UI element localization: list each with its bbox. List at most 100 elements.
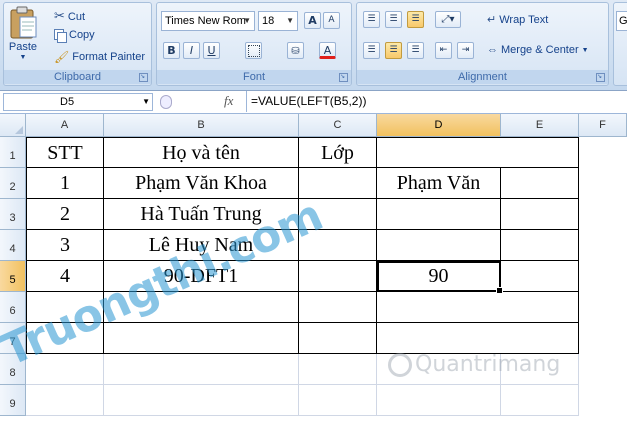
cell-d6[interactable] — [377, 292, 579, 323]
clipboard-launcher-icon[interactable]: ↘ — [139, 73, 148, 82]
align-left-button[interactable]: ☰ — [363, 42, 380, 59]
insert-function-button[interactable]: fx — [224, 93, 233, 109]
cell-d4[interactable] — [377, 230, 501, 261]
font-color-button[interactable]: A — [319, 42, 336, 59]
row-header-6[interactable]: 6 — [0, 292, 26, 323]
cell-c6[interactable] — [299, 292, 377, 323]
cell-e9[interactable] — [501, 385, 579, 416]
cell-b6[interactable] — [104, 292, 299, 323]
cell-a8[interactable] — [26, 354, 104, 385]
cell-c1[interactable]: Lớp — [299, 137, 377, 168]
align-right-button[interactable]: ☰ — [407, 42, 424, 59]
orientation-button[interactable]: ⤢▾ — [435, 11, 461, 28]
chevron-down-icon[interactable]: ▼ — [243, 12, 251, 30]
cell-e2[interactable] — [501, 168, 579, 199]
cell-d8[interactable] — [377, 354, 501, 385]
row-header-1[interactable]: 1 — [0, 137, 26, 168]
align-center-button[interactable]: ☰ — [385, 42, 402, 59]
cell-d5-active[interactable]: 90 — [377, 261, 503, 294]
cell-e4[interactable] — [501, 230, 579, 261]
shrink-font-button[interactable]: A — [323, 12, 340, 29]
fill-color-button[interactable]: ⛁ — [287, 42, 304, 59]
clipboard-group-label: Clipboard — [4, 70, 151, 84]
name-box[interactable]: D5 ▼ — [3, 93, 153, 111]
cell-b1[interactable]: Họ và tên — [104, 137, 299, 168]
fill-handle[interactable] — [496, 287, 503, 294]
cell-a3[interactable]: 2 — [26, 199, 104, 230]
cell-c9[interactable] — [299, 385, 377, 416]
select-all-corner[interactable] — [0, 114, 26, 137]
cell-d9[interactable] — [377, 385, 501, 416]
cell-c3[interactable] — [299, 199, 377, 230]
increase-indent-button[interactable]: ⇥ — [457, 42, 474, 59]
font-launcher-icon[interactable]: ↘ — [339, 73, 348, 82]
cell-e8[interactable] — [501, 354, 579, 385]
font-size-combo[interactable]: 18 ▼ — [258, 11, 298, 31]
cell-d7[interactable] — [377, 323, 579, 354]
cell-c2[interactable] — [299, 168, 377, 199]
column-header-d[interactable]: D — [377, 114, 501, 137]
borders-button[interactable] — [245, 42, 262, 59]
italic-button[interactable]: I — [183, 42, 200, 59]
font-group: Times New Rom ▼ 18 ▼ A A B I U ⛁ A Font … — [156, 2, 352, 86]
cell-b8[interactable] — [104, 354, 299, 385]
cell-a9[interactable] — [26, 385, 104, 416]
cell-b4[interactable]: Lê Huy Nam — [104, 230, 299, 261]
cell-d2[interactable]: Phạm Văn — [377, 168, 501, 199]
paste-dropdown-icon[interactable]: ▼ — [20, 54, 27, 61]
column-header-b[interactable]: B — [104, 114, 299, 137]
cell-e3[interactable] — [501, 199, 579, 230]
row-header-3[interactable]: 3 — [0, 199, 26, 230]
bold-button[interactable]: B — [163, 42, 180, 59]
paste-button[interactable]: Paste ▼ — [8, 6, 38, 61]
column-header-f[interactable]: F — [579, 114, 627, 137]
align-top-button[interactable]: ☰ — [363, 11, 380, 28]
cell-b9[interactable] — [104, 385, 299, 416]
cell-a7[interactable] — [26, 323, 104, 354]
formula-bar: D5 ▼ fx =VALUE(LEFT(B5,2)) — [0, 91, 627, 114]
grow-font-button[interactable]: A — [304, 12, 321, 29]
cell-d3[interactable] — [377, 199, 501, 230]
cell-c8[interactable] — [299, 354, 377, 385]
cell-a4[interactable]: 3 — [26, 230, 104, 261]
align-middle-button[interactable]: ☰ — [385, 11, 402, 28]
cell-b7[interactable] — [104, 323, 299, 354]
wrap-text-button[interactable]: ↵ Wrap Text — [487, 13, 548, 27]
cell-d1[interactable] — [377, 137, 579, 168]
cell-a2[interactable]: 1 — [26, 168, 104, 199]
decrease-indent-button[interactable]: ⇤ — [435, 42, 452, 59]
cell-b2[interactable]: Phạm Văn Khoa — [104, 168, 299, 199]
alignment-launcher-icon[interactable]: ↘ — [596, 73, 605, 82]
chevron-down-icon[interactable]: ▼ — [142, 94, 150, 110]
number-format-combo[interactable]: G — [616, 11, 627, 31]
chevron-down-icon[interactable]: ▼ — [582, 47, 589, 54]
cell-a1[interactable]: STT — [26, 137, 104, 168]
row-header-9[interactable]: 9 — [0, 385, 26, 416]
copy-button[interactable]: Copy — [54, 29, 95, 43]
cell-a6[interactable] — [26, 292, 104, 323]
cell-c5[interactable] — [299, 261, 377, 292]
chevron-down-icon[interactable]: ▼ — [286, 12, 294, 30]
column-header-e[interactable]: E — [501, 114, 579, 137]
font-name-combo[interactable]: Times New Rom ▼ — [161, 11, 255, 31]
row-header-8[interactable]: 8 — [0, 354, 26, 385]
row-header-2[interactable]: 2 — [0, 168, 26, 199]
align-bottom-button[interactable]: ☰ — [407, 11, 424, 28]
row-header-4[interactable]: 4 — [0, 230, 26, 261]
resize-handle-icon[interactable] — [160, 95, 172, 109]
cell-b5[interactable]: 90-DFT1 — [104, 261, 299, 292]
column-header-c[interactable]: C — [299, 114, 377, 137]
formula-input[interactable]: =VALUE(LEFT(B5,2)) — [246, 91, 627, 112]
merge-center-button[interactable]: ⇔ Merge & Center ▼ — [487, 44, 589, 56]
row-header-5[interactable]: 5 — [0, 261, 26, 292]
cell-e5[interactable] — [501, 261, 579, 292]
cell-c7[interactable] — [299, 323, 377, 354]
cut-button[interactable]: ✂ Cut — [54, 9, 85, 24]
format-painter-button[interactable]: 🖌 Format Painter — [54, 50, 145, 64]
column-header-a[interactable]: A — [26, 114, 104, 137]
row-header-7[interactable]: 7 — [0, 323, 26, 354]
cell-c4[interactable] — [299, 230, 377, 261]
cell-b3[interactable]: Hà Tuấn Trung — [104, 199, 299, 230]
cell-a5[interactable]: 4 — [26, 261, 104, 292]
underline-button[interactable]: U — [203, 42, 220, 59]
